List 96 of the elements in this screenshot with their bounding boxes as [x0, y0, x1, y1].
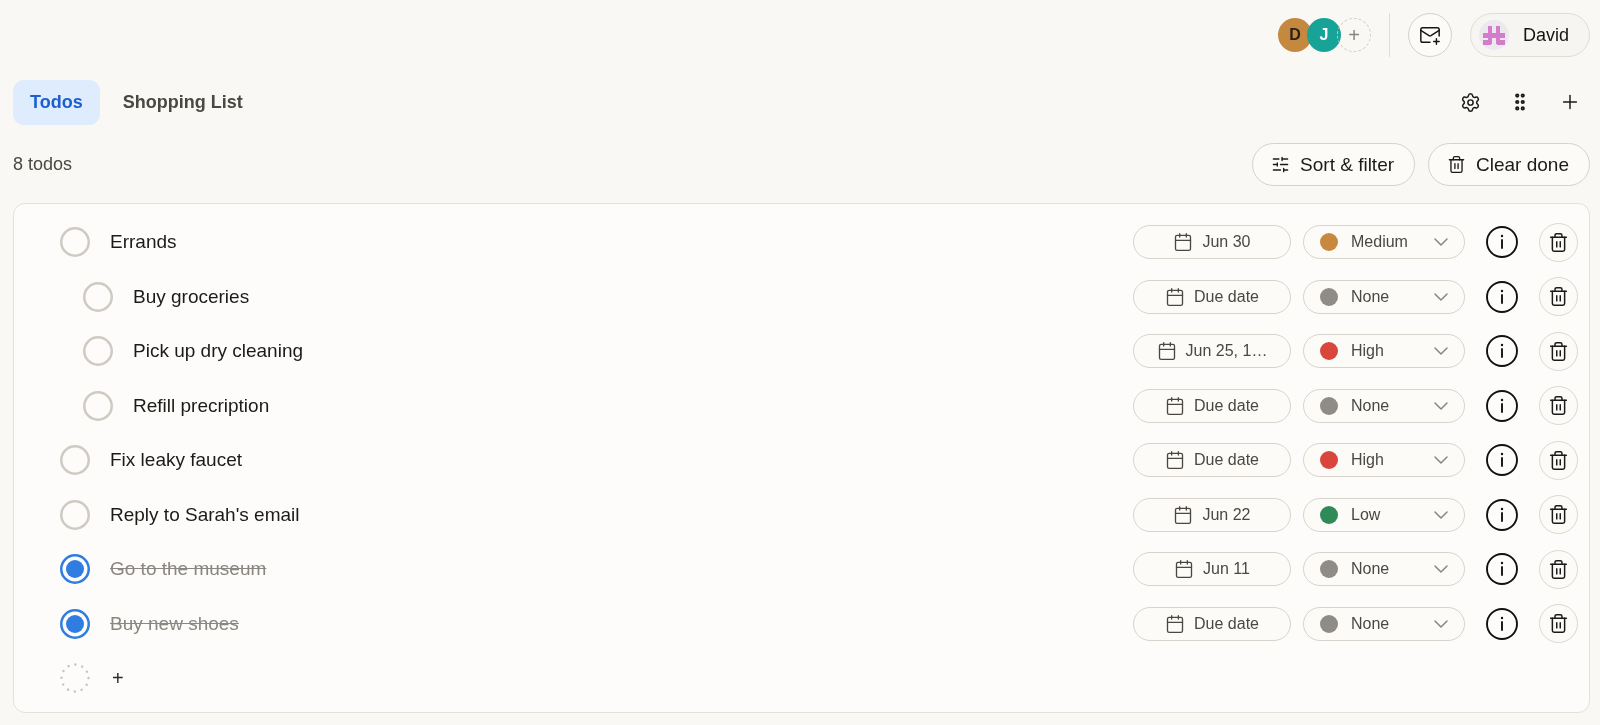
todo-checkbox[interactable]: [60, 608, 90, 639]
info-icon: [1486, 607, 1518, 640]
info-button[interactable]: [1484, 224, 1520, 261]
priority-select[interactable]: Low: [1303, 497, 1465, 532]
member-avatar: J: [1306, 18, 1341, 52]
info-button[interactable]: [1484, 605, 1520, 642]
delete-button[interactable]: [1539, 222, 1578, 262]
info-icon: [1486, 553, 1518, 586]
todo-checkbox[interactable]: [60, 227, 90, 258]
delete-button[interactable]: [1539, 549, 1578, 589]
info-button[interactable]: [1484, 442, 1520, 479]
trash-icon: [1548, 613, 1569, 635]
avatar-icon: [1478, 20, 1509, 50]
delete-button[interactable]: [1539, 386, 1578, 426]
due-date-button[interactable]: Jun 11: [1133, 552, 1291, 587]
info-button[interactable]: [1484, 551, 1520, 588]
priority-select[interactable]: None: [1303, 388, 1465, 423]
delete-button[interactable]: [1539, 331, 1578, 371]
member-avatar: D: [1277, 18, 1312, 52]
calendar-icon: [1173, 504, 1194, 525]
priority-select[interactable]: None: [1303, 606, 1465, 641]
calendar-icon: [1156, 341, 1177, 362]
todo-checkbox[interactable]: [60, 445, 90, 476]
chevron-down-icon: [1434, 292, 1448, 301]
delete-button[interactable]: [1539, 604, 1578, 644]
info-button[interactable]: [1484, 387, 1520, 424]
calendar-icon: [1165, 450, 1186, 471]
priority-select[interactable]: Medium: [1303, 225, 1465, 260]
info-icon: [1486, 335, 1518, 368]
trash-icon: [1548, 395, 1569, 417]
priority-select[interactable]: High: [1303, 334, 1465, 369]
todo-title: Refill precription: [133, 394, 270, 417]
trash-icon: [1548, 286, 1569, 308]
chevron-down-icon: [1434, 401, 1448, 410]
todo-checkbox[interactable]: [60, 499, 90, 530]
user-menu-button[interactable]: David: [1469, 13, 1590, 57]
info-button[interactable]: [1484, 496, 1520, 533]
todo-checkbox[interactable]: [83, 390, 113, 421]
todo-title: Buy new shoes: [110, 612, 239, 635]
todo-title: Pick up dry cleaning: [133, 340, 304, 363]
trash-icon: [1548, 449, 1569, 471]
due-date-button[interactable]: Jun 22: [1133, 497, 1291, 532]
calendar-icon: [1174, 559, 1195, 580]
tab[interactable]: Todos: [13, 79, 100, 125]
chevron-down-icon: [1434, 565, 1448, 574]
todo-title: Errands: [110, 231, 177, 254]
todo-checkbox[interactable]: [60, 554, 90, 585]
trash-icon: [1548, 340, 1569, 362]
chevron-down-icon: [1434, 510, 1448, 519]
due-date-button[interactable]: Due date: [1133, 443, 1291, 478]
todo-title: Fix leaky faucet: [110, 449, 242, 472]
chevron-down-icon: [1434, 619, 1448, 628]
todo-count: 8 todos: [13, 154, 73, 175]
tab[interactable]: Shopping List: [105, 79, 260, 125]
sliders-icon: [1271, 155, 1291, 174]
todo-checkbox[interactable]: [83, 281, 113, 312]
sort-filter-button[interactable]: Sort & filter: [1252, 143, 1416, 186]
priority-select[interactable]: None: [1303, 279, 1465, 314]
trash-icon: [1548, 231, 1569, 253]
todo-checkbox[interactable]: [83, 336, 113, 367]
info-button[interactable]: [1484, 333, 1520, 370]
info-button[interactable]: [1484, 278, 1520, 315]
due-date-button[interactable]: Jun 30: [1133, 225, 1291, 260]
dotted-circle-icon: [60, 663, 90, 694]
calendar-icon: [1165, 613, 1186, 634]
due-date-button[interactable]: Jun 25, 1…: [1133, 334, 1291, 369]
due-date-button[interactable]: Due date: [1133, 388, 1291, 423]
mail-plus-icon: [1418, 24, 1441, 46]
calendar-icon: [1165, 286, 1186, 307]
due-date-button[interactable]: Due date: [1133, 606, 1291, 641]
delete-button[interactable]: [1539, 495, 1578, 535]
info-icon: [1486, 226, 1518, 259]
priority-select[interactable]: None: [1303, 552, 1465, 587]
trash-icon: [1447, 155, 1467, 174]
info-icon: [1486, 389, 1518, 422]
chevron-down-icon: [1434, 238, 1448, 247]
delete-button[interactable]: [1539, 440, 1578, 480]
info-icon: [1486, 280, 1518, 313]
due-date-button[interactable]: Due date: [1133, 279, 1291, 314]
add-todo-button[interactable]: +: [110, 666, 126, 690]
info-icon: [1486, 498, 1518, 531]
todo-title: Buy groceries: [133, 285, 250, 308]
todo-title: Go to the museum: [110, 558, 267, 581]
chevron-down-icon: [1434, 456, 1448, 465]
trash-icon: [1548, 504, 1569, 526]
trash-icon: [1548, 558, 1569, 580]
settings-icon: [1459, 91, 1481, 113]
todo-title: Reply to Sarah's email: [110, 503, 300, 526]
calendar-icon: [1165, 395, 1186, 416]
info-icon: [1486, 444, 1518, 477]
chevron-down-icon: [1434, 347, 1448, 356]
priority-select[interactable]: High: [1303, 443, 1465, 478]
calendar-icon: [1173, 232, 1194, 253]
invite-mail-button[interactable]: [1407, 13, 1452, 57]
clear-done-button[interactable]: Clear done: [1428, 143, 1590, 186]
delete-button[interactable]: [1539, 277, 1578, 317]
